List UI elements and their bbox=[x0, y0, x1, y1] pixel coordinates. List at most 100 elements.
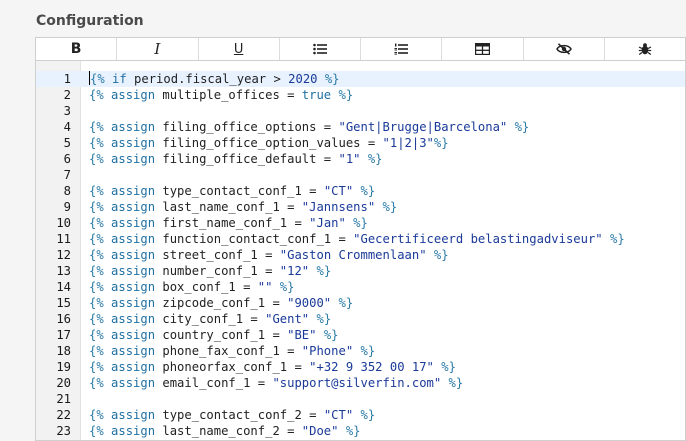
line-number: 14 bbox=[56, 280, 71, 294]
table-button[interactable] bbox=[442, 38, 524, 60]
code-line[interactable]: 16 {% assign city_conf_1 = "Gent" %} bbox=[36, 311, 685, 327]
code-token: assign bbox=[111, 344, 156, 358]
code-editor[interactable]: B I U 1 {% if period.fiscal_year > 2020 … bbox=[35, 37, 686, 441]
code-line[interactable]: 17 {% assign country_conf_1 = "BE" %} bbox=[36, 327, 685, 343]
code-text: {% if period.fiscal_year > 2020 %} bbox=[89, 71, 340, 87]
line-number: 21 bbox=[56, 392, 71, 406]
code-token: function_contact_conf_1 = bbox=[155, 232, 354, 246]
numbered-list-button[interactable] bbox=[361, 38, 443, 60]
code-text: {% assign filing_office_options = "Gent|… bbox=[89, 119, 529, 135]
code-token: filing_office_options = bbox=[155, 120, 339, 134]
code-line[interactable]: 1 {% if period.fiscal_year > 2020 %} bbox=[36, 71, 685, 87]
code-text: {% assign city_conf_1 = "Gent" %} bbox=[89, 311, 331, 327]
code-token: assign bbox=[111, 232, 156, 246]
code-token: type_contact_conf_2 = bbox=[155, 408, 324, 422]
code-token: %} bbox=[353, 344, 376, 358]
code-line[interactable]: 2 {% assign multiple_offices = true %} bbox=[36, 87, 685, 103]
code-text: {% assign phoneorfax_conf_1 = "+32 9 352… bbox=[89, 359, 456, 375]
line-number: 9 bbox=[63, 200, 71, 214]
code-line[interactable]: 6 {% assign filing_office_default = "1" %… bbox=[36, 151, 685, 167]
code-line[interactable]: 23 {% assign last_name_conf_2 = "Doe" %} bbox=[36, 423, 685, 439]
code-token: assign bbox=[111, 216, 156, 230]
code-token: "CT" bbox=[323, 184, 354, 198]
code-token: filing_office_default = bbox=[155, 152, 339, 166]
line-number: 23 bbox=[56, 424, 71, 438]
code-token: "support@silverfin.com" bbox=[272, 376, 442, 390]
code-token: "Gaston Crommenlaan" bbox=[279, 248, 427, 262]
bullet-list-button[interactable] bbox=[280, 38, 361, 60]
code-token: assign bbox=[111, 424, 156, 438]
code-line[interactable]: 11 {% assign function_contact_conf_1 = "G… bbox=[36, 231, 685, 247]
code-line[interactable]: 20 {% assign email_conf_1 = "support@silv… bbox=[36, 375, 685, 391]
code-line[interactable]: 10 {% assign first_name_conf_1 = "Jan" %} bbox=[36, 215, 685, 231]
code-token: {% bbox=[89, 296, 112, 310]
bold-button[interactable]: B bbox=[36, 38, 118, 60]
line-number: 1 bbox=[63, 72, 71, 86]
code-line[interactable]: 14 {% assign box_conf_1 = "" %} bbox=[36, 279, 685, 295]
code-token: {% bbox=[89, 120, 112, 134]
code-line[interactable]: 22 {% assign type_contact_conf_2 = "CT" %… bbox=[36, 407, 685, 423]
code-token: %} bbox=[272, 280, 295, 294]
code-token: %} bbox=[507, 120, 530, 134]
code-token: {% bbox=[89, 264, 112, 278]
code-line[interactable]: 7 bbox=[36, 167, 685, 183]
code-token: "Gecertificeerd belastingadviseur" bbox=[353, 232, 603, 246]
numbered-list-icon bbox=[394, 43, 409, 55]
code-token: {% bbox=[89, 248, 112, 262]
code-text: {% assign email_conf_1 = "support@silver… bbox=[89, 375, 463, 391]
code-token: {% bbox=[89, 200, 112, 214]
code-token: {% bbox=[89, 408, 112, 422]
code-line[interactable]: 8 {% assign type_contact_conf_1 = "CT" %} bbox=[36, 183, 685, 199]
code-token: %} bbox=[433, 360, 456, 374]
code-token: assign bbox=[111, 296, 156, 310]
code-text: {% assign type_contact_conf_1 = "CT" %} bbox=[89, 183, 375, 199]
code-line[interactable]: 19 {% assign phoneorfax_conf_1 = "+32 9 3… bbox=[36, 359, 685, 375]
line-number: 7 bbox=[63, 168, 71, 182]
code-token: "Gent|Brugge|Barcelona" bbox=[338, 120, 508, 134]
code-token: %} bbox=[602, 232, 625, 246]
code-text: {% assign last_name_conf_1 = "Jannsens" … bbox=[89, 199, 397, 215]
code-token: {% bbox=[89, 360, 112, 374]
code-token: {% bbox=[89, 312, 112, 326]
code-text: {% assign country_conf_1 = "BE" %} bbox=[89, 327, 339, 343]
code-line[interactable]: 5 {% assign filing_office_option_values =… bbox=[36, 135, 685, 151]
code-line[interactable]: 15 {% assign zipcode_conf_1 = "9000" %} bbox=[36, 295, 685, 311]
line-number: 5 bbox=[63, 136, 71, 150]
bold-icon: B bbox=[70, 41, 82, 57]
hide-button[interactable] bbox=[524, 38, 605, 60]
debug-button[interactable] bbox=[605, 38, 685, 60]
code-token: {% bbox=[89, 152, 112, 166]
code-area[interactable]: 1 {% if period.fiscal_year > 2020 %} 2 {% a… bbox=[36, 61, 685, 440]
code-text: {% assign filing_office_default = "1" %} bbox=[89, 151, 383, 167]
code-line[interactable]: 21 bbox=[36, 391, 685, 407]
code-token: box_conf_1 = bbox=[155, 280, 258, 294]
code-token: %} bbox=[331, 296, 354, 310]
code-token: assign bbox=[111, 120, 156, 134]
code-line[interactable]: 18 {% assign phone_fax_conf_1 = "Phone" %… bbox=[36, 343, 685, 359]
line-number: 16 bbox=[56, 312, 71, 326]
code-token: last_name_conf_1 = bbox=[155, 200, 302, 214]
code-token: phoneorfax_conf_1 = bbox=[155, 360, 310, 374]
code-line[interactable]: 3 bbox=[36, 103, 685, 119]
code-token: {% bbox=[89, 184, 112, 198]
code-line[interactable]: 4 {% assign filing_office_options = "Gent… bbox=[36, 119, 685, 135]
line-number: 12 bbox=[56, 248, 71, 262]
bullet-list-icon bbox=[313, 43, 327, 55]
code-line[interactable]: 9 {% assign last_name_conf_1 = "Jannsens"… bbox=[36, 199, 685, 215]
code-line[interactable]: 12 {% assign street_conf_1 = "Gaston Crom… bbox=[36, 247, 685, 263]
code-token: {% bbox=[89, 280, 112, 294]
code-token: assign bbox=[111, 136, 156, 150]
line-number: 20 bbox=[56, 376, 71, 390]
code-token: "Doe" bbox=[301, 424, 339, 438]
code-token: multiple_offices = bbox=[155, 88, 302, 102]
code-token: "12" bbox=[279, 264, 310, 278]
code-token: assign bbox=[111, 152, 156, 166]
underline-button[interactable]: U bbox=[199, 38, 280, 60]
italic-icon: I bbox=[154, 40, 161, 58]
code-token: {% bbox=[89, 232, 112, 246]
editor-toolbar: B I U bbox=[36, 38, 685, 61]
code-text: {% assign street_conf_1 = "Gaston Cromme… bbox=[89, 247, 449, 263]
code-line[interactable]: 13 {% assign number_conf_1 = "12" %} bbox=[36, 263, 685, 279]
italic-button[interactable]: I bbox=[117, 38, 199, 60]
line-number: 18 bbox=[56, 344, 71, 358]
